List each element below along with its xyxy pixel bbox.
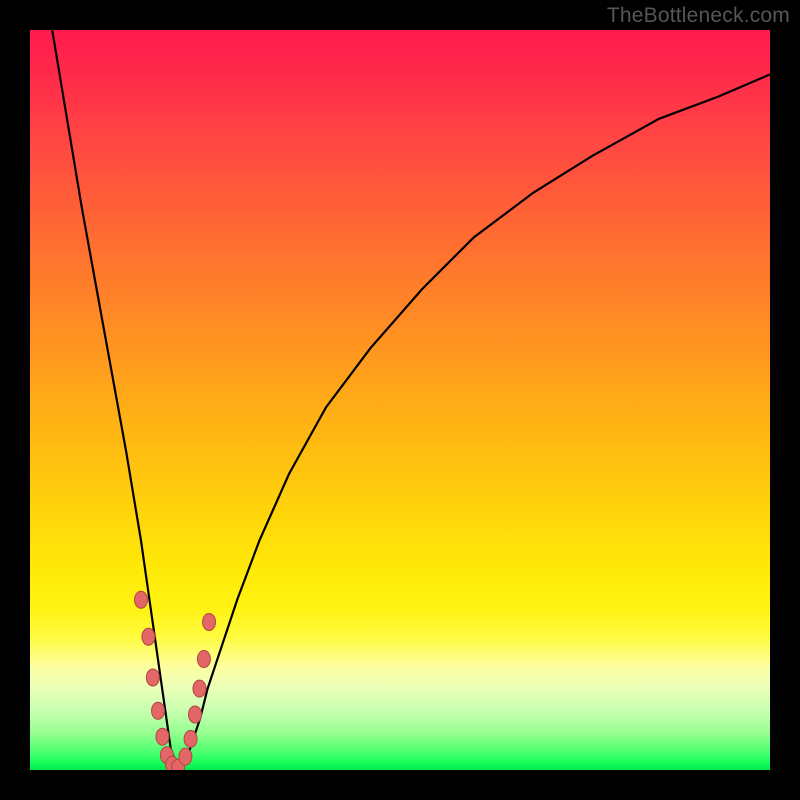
highlight-dot [142, 628, 155, 645]
highlight-dot [156, 728, 169, 745]
highlight-dot [193, 680, 206, 697]
highlight-dot [197, 651, 210, 668]
highlight-dot [203, 614, 216, 631]
highlight-dot [189, 706, 202, 723]
highlight-dot [152, 702, 165, 719]
near-minimum-dots [135, 591, 216, 770]
highlight-dot [146, 669, 159, 686]
highlight-dot [135, 591, 148, 608]
bottleneck-curve [52, 30, 770, 770]
highlight-dot [179, 748, 192, 765]
plot-area [30, 30, 770, 770]
watermark-text: TheBottleneck.com [607, 4, 790, 28]
chart-svg [30, 30, 770, 770]
highlight-dot [184, 730, 197, 747]
chart-frame: TheBottleneck.com [0, 0, 800, 800]
